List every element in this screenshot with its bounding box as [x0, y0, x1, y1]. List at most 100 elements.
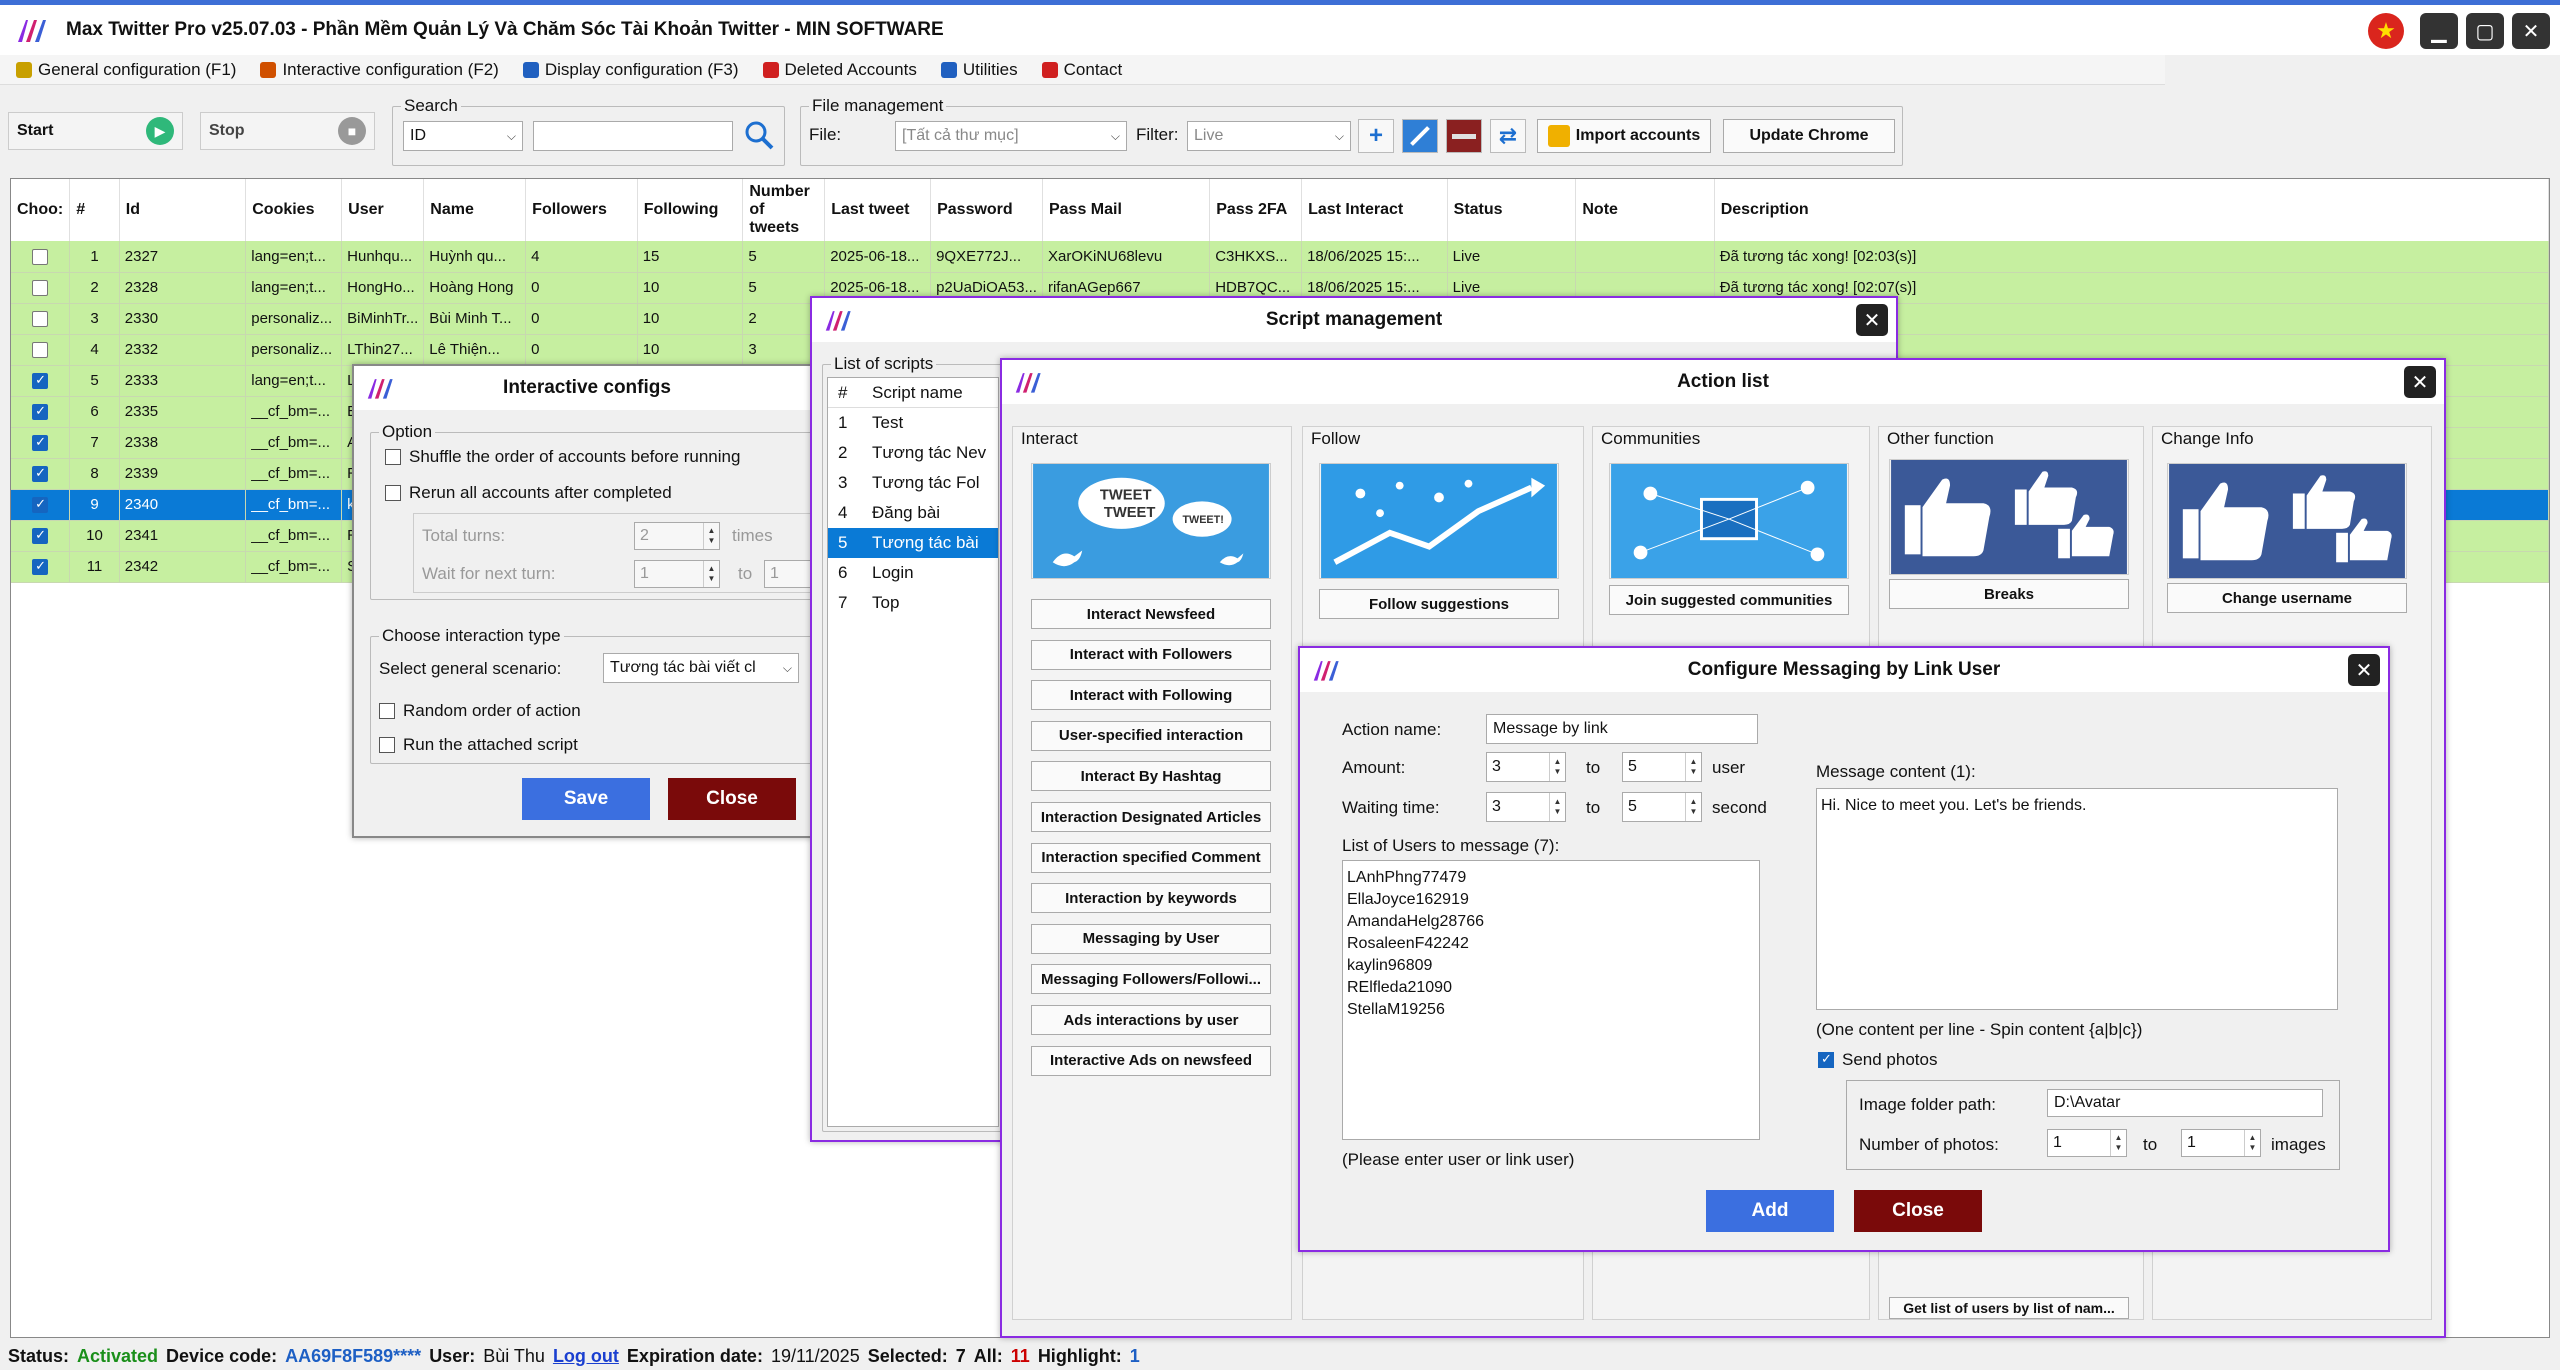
checkbox-icon[interactable]	[32, 280, 49, 297]
column-header[interactable]: Followers	[525, 179, 638, 241]
column-header[interactable]: Status	[1447, 179, 1577, 241]
send-photos-checkbox[interactable]: Send photos	[1818, 1050, 1937, 1070]
menu-item-5[interactable]: Contact	[1041, 60, 1122, 80]
interact-action-button[interactable]: Interact By Hashtag	[1031, 761, 1271, 792]
add-button[interactable]: Add	[1706, 1190, 1834, 1232]
column-header[interactable]: Last Interact	[1301, 179, 1448, 241]
row-checkbox-cell[interactable]	[11, 551, 71, 583]
script-row[interactable]: 2 Tương tác Nev	[828, 438, 998, 468]
checkbox-icon[interactable]	[32, 248, 49, 265]
rerun-checkbox[interactable]: Rerun all accounts after completed	[385, 483, 672, 503]
column-header[interactable]: Password	[930, 179, 1043, 241]
column-header[interactable]: #	[69, 179, 120, 241]
checkbox-checked-icon[interactable]	[32, 434, 49, 452]
menu-item-2[interactable]: Display configuration (F3)	[522, 60, 739, 80]
interact-action-button[interactable]: Interact Newsfeed	[1031, 599, 1271, 629]
message-content-textarea[interactable]: Hi. Nice to meet you. Let's be friends.	[1816, 788, 2338, 1010]
total-turns-input[interactable]: 2 ▲ ▼	[634, 522, 720, 550]
add-icon[interactable]: +	[1358, 119, 1394, 153]
folder-path-input[interactable]: D:\Avatar	[2047, 1089, 2323, 1117]
close-window-button[interactable]: ✕	[2512, 13, 2550, 49]
menu-item-3[interactable]: Deleted Accounts	[762, 60, 917, 80]
search-input[interactable]	[533, 121, 733, 151]
close-icon[interactable]: ✕	[1856, 304, 1888, 336]
interact-action-button[interactable]: Interactive Ads on newsfeed	[1031, 1045, 1271, 1076]
language-flag-icon[interactable]: ★	[2368, 13, 2404, 49]
row-checkbox-cell[interactable]	[11, 427, 71, 459]
script-row[interactable]: 5 Tương tác bài	[828, 528, 998, 558]
close-icon[interactable]: ✕	[2348, 654, 2380, 686]
row-checkbox-cell[interactable]	[11, 458, 71, 490]
run-attached-checkbox[interactable]: Run the attached script	[379, 735, 578, 755]
get-list-users-button[interactable]: Get list of users by list of nam...	[1889, 1297, 2129, 1319]
remove-icon[interactable]	[1446, 119, 1482, 153]
checkbox-checked-icon[interactable]	[32, 372, 49, 390]
script-row[interactable]: 7 Top	[828, 588, 998, 618]
follow-suggestions-button[interactable]: Follow suggestions	[1319, 589, 1559, 619]
amount-to-input[interactable]: 5 ▲ ▼	[1622, 752, 1702, 782]
column-header[interactable]: Cookies	[245, 179, 343, 241]
interact-action-button[interactable]: User-specified interaction	[1031, 720, 1271, 751]
interact-action-button[interactable]: Ads interactions by user	[1031, 1005, 1271, 1035]
search-field-select[interactable]: ID ⌵	[403, 121, 523, 151]
scenario-select[interactable]: Tương tác bài viết cl ⌵	[603, 653, 799, 683]
column-header[interactable]: Name	[423, 179, 527, 241]
row-checkbox-cell[interactable]	[11, 396, 71, 428]
breaks-button[interactable]: Breaks	[1889, 579, 2129, 609]
shuffle-checkbox[interactable]: Shuffle the order of accounts before run…	[385, 447, 740, 467]
users-list-textarea[interactable]: LAnhPhng77479 EllaJoyce162919 AmandaHelg28…	[1342, 860, 1760, 1140]
stop-button[interactable]: Stop ■	[200, 112, 375, 150]
start-button[interactable]: Start ▶	[8, 112, 183, 150]
column-header[interactable]: Last tweet	[824, 179, 932, 241]
column-header[interactable]: User	[341, 179, 425, 241]
wait-to-input[interactable]: 1	[764, 560, 814, 588]
refresh-icon[interactable]: ⇄	[1490, 119, 1526, 153]
update-chrome-button[interactable]: Update Chrome	[1723, 119, 1895, 153]
maximize-button[interactable]: ▢	[2466, 13, 2504, 49]
interact-action-button[interactable]: Messaging by User	[1031, 923, 1271, 954]
script-row[interactable]: 3 Tương tác Fol	[828, 468, 998, 498]
checkbox-checked-icon[interactable]	[32, 465, 49, 483]
checkbox-icon[interactable]	[32, 311, 49, 328]
waiting-to-input[interactable]: 5 ▲ ▼	[1622, 792, 1702, 822]
amount-from-input[interactable]: 3 ▲ ▼	[1486, 752, 1566, 782]
column-header[interactable]: Description	[1714, 179, 2549, 241]
interact-action-button[interactable]: Interaction by keywords	[1031, 883, 1271, 914]
script-row[interactable]: 1 Test	[828, 408, 998, 438]
interact-action-button[interactable]: Interact with Followers	[1031, 639, 1271, 670]
column-header[interactable]: Pass Mail	[1042, 179, 1211, 241]
edit-icon[interactable]	[1402, 119, 1438, 153]
menu-item-0[interactable]: General configuration (F1)	[16, 60, 236, 80]
interact-action-button[interactable]: Messaging Followers/Followi...	[1031, 964, 1271, 995]
interact-action-button[interactable]: Interact with Following	[1031, 680, 1271, 711]
row-checkbox-cell[interactable]	[11, 241, 71, 273]
filter-select[interactable]: Live ⌵	[1187, 121, 1351, 151]
menu-item-4[interactable]: Utilities	[940, 60, 1018, 80]
photos-from-input[interactable]: 1 ▲ ▼	[2047, 1129, 2127, 1157]
checkbox-checked-icon[interactable]	[32, 403, 49, 421]
checkbox-checked-icon[interactable]	[32, 527, 49, 545]
script-row[interactable]: 4 Đăng bài	[828, 498, 998, 528]
row-checkbox-cell[interactable]	[11, 334, 71, 366]
close-button[interactable]: Close	[1854, 1190, 1982, 1232]
close-icon[interactable]: ✕	[2404, 366, 2436, 398]
file-select[interactable]: [Tất cả thư mục] ⌵	[895, 121, 1127, 151]
join-communities-button[interactable]: Join suggested communities	[1609, 585, 1849, 615]
menu-item-1[interactable]: Interactive configuration (F2)	[260, 60, 499, 80]
table-row[interactable]: 1 2327 lang=en;t... Hunhqu... Huỳnh qu... 4 15…	[11, 241, 2549, 273]
checkbox-icon[interactable]	[32, 342, 49, 359]
photos-to-input[interactable]: 1 ▲ ▼	[2181, 1129, 2261, 1157]
column-header[interactable]: Following	[637, 179, 744, 241]
row-checkbox-cell[interactable]	[11, 303, 71, 335]
row-checkbox-cell[interactable]	[11, 272, 71, 304]
import-accounts-button[interactable]: Import accounts	[1537, 119, 1711, 153]
close-button[interactable]: Close	[668, 778, 796, 820]
column-header[interactable]: Number of tweets	[742, 179, 826, 241]
wait-from-input[interactable]: 1 ▲ ▼	[634, 560, 720, 588]
waiting-from-input[interactable]: 3 ▲ ▼	[1486, 792, 1566, 822]
minimize-button[interactable]: ▁	[2420, 13, 2458, 49]
checkbox-checked-icon[interactable]	[32, 558, 49, 576]
save-button[interactable]: Save	[522, 778, 650, 820]
search-icon[interactable]	[743, 119, 775, 151]
row-checkbox-cell[interactable]	[11, 489, 71, 521]
